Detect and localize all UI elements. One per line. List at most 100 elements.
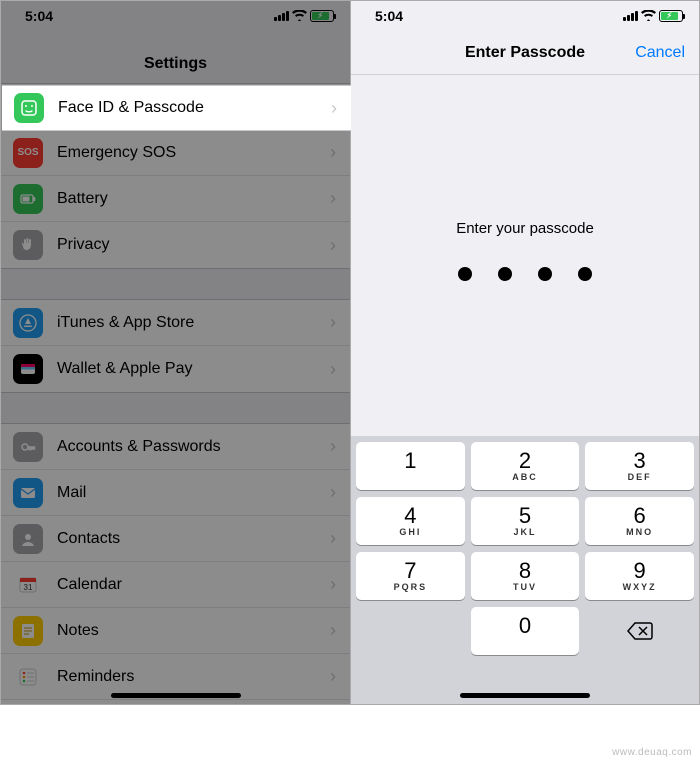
battery-icon: ⚡︎	[659, 10, 683, 22]
wifi-icon	[641, 9, 656, 24]
status-time: 5:04	[25, 8, 53, 24]
keypad-key-4[interactable]: 4GHI	[356, 497, 465, 545]
key-number: 5	[519, 505, 531, 527]
status-indicators: ⚡︎	[623, 9, 683, 24]
cellular-icon	[274, 11, 289, 21]
settings-row-accounts[interactable]: Accounts & Passwords›	[1, 424, 350, 470]
chevron-right-icon: ›	[331, 98, 337, 119]
chevron-right-icon: ›	[330, 188, 336, 209]
key-number: 2	[519, 450, 531, 472]
settings-row-calendar[interactable]: 31 Calendar›	[1, 562, 350, 608]
settings-row-phone[interactable]: Phone›	[1, 700, 350, 704]
settings-row-mail[interactable]: Mail›	[1, 470, 350, 516]
key-letters: MNO	[626, 527, 653, 537]
key-number: 9	[634, 560, 646, 582]
row-label: Contacts	[43, 530, 330, 548]
svg-text:31: 31	[24, 583, 33, 592]
key-letters: ABC	[512, 472, 538, 482]
row-label: Notes	[43, 622, 330, 640]
accounts-icon	[13, 432, 43, 462]
key-number: 1	[404, 450, 416, 472]
key-letters: DEF	[628, 472, 652, 482]
row-label: Mail	[43, 484, 330, 502]
chevron-right-icon: ›	[330, 312, 336, 333]
home-indicator[interactable]	[460, 693, 590, 698]
key-number: 8	[519, 560, 531, 582]
status-indicators: ⚡︎	[274, 9, 334, 24]
row-label: iTunes & App Store	[43, 314, 330, 332]
passcode-dot	[538, 267, 552, 281]
passcode-dots	[351, 267, 699, 281]
keypad-key-0[interactable]: 0	[471, 607, 580, 655]
passcode-prompt: Enter your passcode	[351, 220, 699, 237]
page-title: Settings	[1, 31, 350, 83]
settings-row-contacts[interactable]: Contacts›	[1, 516, 350, 562]
chevron-right-icon: ›	[330, 142, 336, 163]
passcode-screen: 5:04 ⚡︎ Enter Passcode Cancel Enter your…	[350, 1, 699, 704]
key-number: 6	[634, 505, 646, 527]
passcode-dot	[458, 267, 472, 281]
keypad-key-2[interactable]: 2ABC	[471, 442, 580, 490]
key-number: 4	[404, 505, 416, 527]
row-label: Calendar	[43, 576, 330, 594]
battery-icon	[13, 184, 43, 214]
chevron-right-icon: ›	[330, 359, 336, 380]
notes-icon	[13, 616, 43, 646]
settings-row-wallet[interactable]: Wallet & Apple Pay›	[1, 346, 350, 392]
keypad-blank	[356, 607, 465, 655]
row-label: Accounts & Passwords	[43, 438, 330, 456]
settings-row-privacy[interactable]: Privacy›	[1, 222, 350, 268]
keypad-key-5[interactable]: 5JKL	[471, 497, 580, 545]
key-letters: TUV	[513, 582, 537, 592]
chevron-right-icon: ›	[330, 482, 336, 503]
backspace-icon	[626, 621, 654, 641]
chevron-right-icon: ›	[330, 235, 336, 256]
passcode-dot	[498, 267, 512, 281]
settings-row-sos[interactable]: SOSEmergency SOS›	[1, 130, 350, 176]
settings-row-itunes[interactable]: iTunes & App Store›	[1, 300, 350, 346]
row-label: Face ID & Passcode	[44, 99, 331, 117]
chevron-right-icon: ›	[330, 528, 336, 549]
key-letters: WXYZ	[623, 582, 657, 592]
settings-row-battery[interactable]: Battery›	[1, 176, 350, 222]
key-number: 0	[519, 615, 531, 637]
privacy-icon	[13, 230, 43, 260]
row-label: Reminders	[43, 668, 330, 686]
settings-row-notes[interactable]: Notes›	[1, 608, 350, 654]
row-label: Emergency SOS	[43, 144, 330, 162]
keypad-key-1[interactable]: 1	[356, 442, 465, 490]
keypad-delete[interactable]	[585, 607, 694, 655]
mail-icon	[13, 478, 43, 508]
battery-icon: ⚡︎	[310, 10, 334, 22]
keypad-key-8[interactable]: 8TUV	[471, 552, 580, 600]
home-indicator[interactable]	[111, 693, 241, 698]
passcode-dot	[578, 267, 592, 281]
keypad-key-6[interactable]: 6MNO	[585, 497, 694, 545]
key-number: 7	[404, 560, 416, 582]
calendar-icon: 31	[13, 570, 43, 600]
key-letters: PQRS	[394, 582, 428, 592]
keypad-key-7[interactable]: 7PQRS	[356, 552, 465, 600]
key-number: 3	[634, 450, 646, 472]
chevron-right-icon: ›	[330, 574, 336, 595]
itunes-icon	[13, 308, 43, 338]
keypad-key-9[interactable]: 9WXYZ	[585, 552, 694, 600]
chevron-right-icon: ›	[330, 436, 336, 457]
keypad-key-3[interactable]: 3DEF	[585, 442, 694, 490]
contacts-icon	[13, 524, 43, 554]
status-bar: 5:04 ⚡︎	[351, 1, 699, 31]
wifi-icon	[292, 9, 307, 24]
watermark: www.deuaq.com	[612, 747, 692, 758]
row-label: Privacy	[43, 236, 330, 254]
settings-row-faceid[interactable]: Face ID & Passcode›	[2, 85, 351, 131]
wallet-icon	[13, 354, 43, 384]
key-letters: GHI	[399, 527, 421, 537]
reminders-icon	[13, 662, 43, 692]
chevron-right-icon: ›	[330, 620, 336, 641]
faceid-icon	[14, 93, 44, 123]
status-bar: 5:04 ⚡︎	[1, 1, 350, 31]
sos-icon: SOS	[13, 138, 43, 168]
chevron-right-icon: ›	[330, 666, 336, 687]
key-letters: JKL	[514, 527, 537, 537]
cancel-button[interactable]: Cancel	[635, 44, 685, 62]
